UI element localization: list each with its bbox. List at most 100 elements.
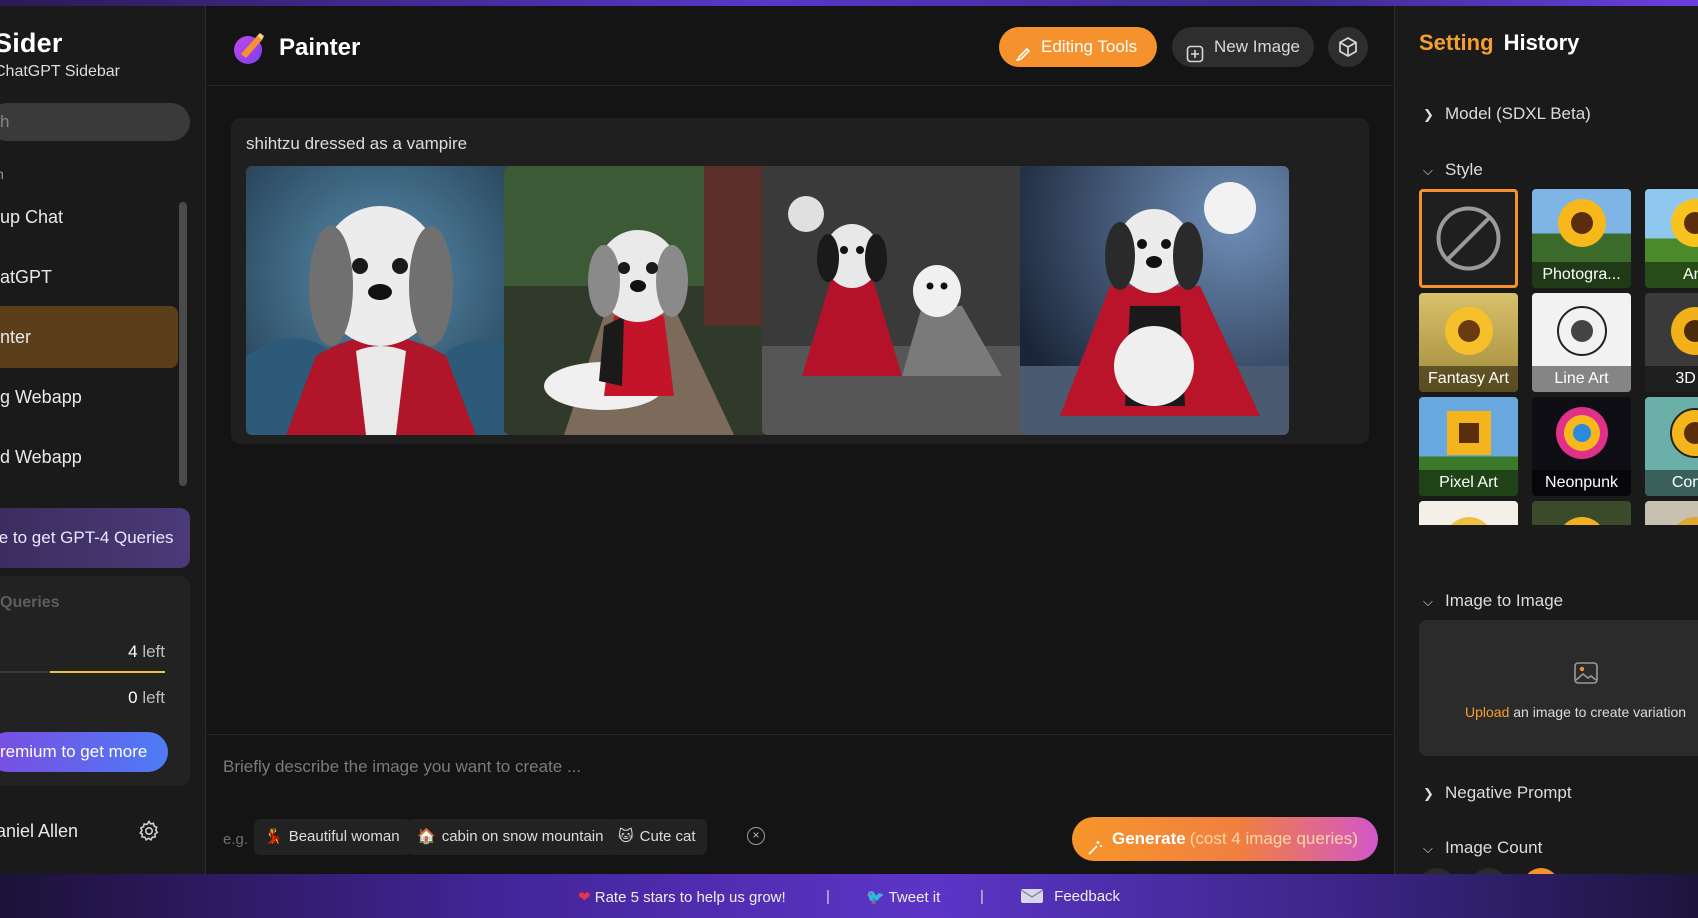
- editing-tools-button[interactable]: Editing Tools: [999, 27, 1157, 67]
- sidebar-item-painter[interactable]: nter: [0, 306, 178, 368]
- no-style-icon: [1436, 206, 1501, 271]
- sidebar-scrollbar[interactable]: [179, 202, 187, 486]
- left-sidebar: Sider ChatGPT Sidebar h n up Chat atGPT …: [0, 6, 206, 874]
- premium-button[interactable]: remium to get more: [0, 732, 168, 772]
- sunflower-icon: [1557, 306, 1607, 356]
- negative-prompt-label: Negative Prompt: [1445, 783, 1572, 802]
- footer-separator: |: [980, 888, 984, 905]
- app-title: Painter: [279, 34, 361, 61]
- gear-icon[interactable]: [137, 819, 161, 843]
- user-name[interactable]: aniel Allen: [0, 821, 78, 842]
- dancer-icon: 💃: [264, 828, 283, 845]
- upload-hint: Upload an image to create variation: [1465, 704, 1686, 720]
- sidebar-scroll-thumb[interactable]: [179, 202, 187, 486]
- example-chip-cabin[interactable]: 🏠 cabin on snow mountain: [407, 819, 615, 855]
- style-tile-more-3[interactable]: [1645, 501, 1698, 525]
- heart-icon: ❤: [578, 889, 591, 906]
- generated-image-1[interactable]: [246, 166, 515, 435]
- settings-panel: Setting History ❯ Model (SDXL Beta) ⌵ Style…: [1394, 6, 1698, 874]
- new-image-label: New Image: [1214, 37, 1300, 56]
- feedback-link[interactable]: Feedback: [1020, 888, 1120, 905]
- rate-link[interactable]: ❤ Rate 5 stars to help us grow!: [578, 888, 786, 906]
- image-upload-dropzone[interactable]: Upload an image to create variation: [1419, 620, 1698, 756]
- sunflower-icon: [1671, 307, 1698, 355]
- sidebar-item-bing-webapp[interactable]: g Webapp: [0, 366, 178, 428]
- style-tile-line-art[interactable]: Line Art: [1532, 293, 1631, 392]
- footer-bar: ❤ Rate 5 stars to help us grow! | 🐦 Twee…: [0, 874, 1698, 918]
- cube-icon: [1339, 37, 1357, 57]
- style-tile-neonpunk[interactable]: Neonpunk: [1532, 397, 1631, 496]
- style-tile-comic[interactable]: Comic: [1645, 397, 1698, 496]
- close-icon[interactable]: ×: [747, 827, 765, 845]
- image-icon: [1573, 660, 1599, 686]
- rate-text: Rate 5 stars to help us grow!: [594, 889, 786, 906]
- style-section-toggle[interactable]: ⌵ Style: [1423, 160, 1483, 180]
- query-count: 4: [128, 642, 138, 661]
- style-label: Ani: [1645, 262, 1698, 288]
- editing-tools-label: Editing Tools: [1041, 37, 1138, 56]
- example-chip-beautiful-woman[interactable]: 💃 Beautiful woman: [254, 819, 411, 855]
- tab-setting[interactable]: Setting: [1419, 30, 1494, 55]
- feedback-text: Feedback: [1054, 888, 1121, 905]
- sunflower-icon: [1677, 517, 1698, 525]
- style-label: Fantasy Art: [1419, 366, 1518, 392]
- brand: Sider ChatGPT Sidebar: [0, 28, 120, 81]
- generated-image-3[interactable]: [762, 166, 1031, 435]
- style-tile-none[interactable]: [1419, 189, 1518, 288]
- style-title: Style: [1445, 160, 1483, 179]
- style-tile-fantasy-art[interactable]: Fantasy Art: [1419, 293, 1518, 392]
- tab-history[interactable]: History: [1504, 30, 1580, 55]
- brush-icon: [1013, 38, 1031, 61]
- style-tile-pixel-art[interactable]: Pixel Art: [1419, 397, 1518, 496]
- sidebar-item-group-chat[interactable]: up Chat: [0, 186, 178, 248]
- header: Painter Editing Tools New Image: [207, 6, 1393, 86]
- style-tile-more-1[interactable]: [1419, 501, 1518, 525]
- style-label: Comic: [1645, 470, 1698, 496]
- style-label: Photogra...: [1532, 262, 1631, 288]
- sunflower-icon: [1670, 408, 1698, 458]
- cube-button[interactable]: [1328, 27, 1368, 67]
- chip-label: Cute cat: [639, 828, 696, 845]
- image-count-toggle[interactable]: ⌵ Image Count: [1423, 838, 1542, 858]
- tweet-link[interactable]: 🐦 Tweet it: [866, 888, 940, 906]
- prompt-input[interactable]: [223, 753, 1323, 781]
- main-area: Painter Editing Tools New Image shihtzu …: [207, 6, 1393, 874]
- example-label: e.g.: [223, 831, 249, 848]
- chevron-right-icon: ❯: [1423, 786, 1434, 801]
- brand-subtitle: ChatGPT Sidebar: [0, 63, 120, 80]
- new-image-button[interactable]: New Image: [1172, 27, 1314, 67]
- gpt4-promo-banner[interactable]: te to get GPT-4 Queries: [0, 508, 190, 568]
- generate-button[interactable]: Generate (cost 4 image queries): [1072, 817, 1378, 861]
- query-suffix: left: [142, 688, 165, 707]
- model-section-toggle[interactable]: ❯ Model (SDXL Beta): [1423, 104, 1591, 124]
- sidebar-item-bard-webapp[interactable]: d Webapp: [0, 426, 178, 488]
- image-to-image-toggle[interactable]: ⌵ Image to Image: [1423, 591, 1563, 611]
- sunflower-icon: [1564, 517, 1600, 525]
- chevron-right-icon: ❯: [1423, 107, 1434, 122]
- sidebar-item-chatgpt[interactable]: atGPT: [0, 246, 178, 308]
- chevron-down-icon: ⌵: [1423, 594, 1433, 609]
- sunflower-icon: [1671, 199, 1698, 247]
- upload-link[interactable]: Upload: [1465, 704, 1509, 720]
- style-label: Line Art: [1532, 366, 1631, 392]
- style-tile-3d-model[interactable]: 3D M: [1645, 293, 1698, 392]
- style-tile-photographic[interactable]: Photogra...: [1532, 189, 1631, 288]
- style-tile-more-2[interactable]: [1532, 501, 1631, 525]
- twitter-bird-icon: 🐦: [866, 889, 885, 906]
- generation-result-card: shihtzu dressed as a vampire: [231, 118, 1369, 444]
- generated-image-2[interactable]: [504, 166, 773, 435]
- generated-image-4[interactable]: [1020, 166, 1289, 435]
- negative-prompt-toggle[interactable]: ❯ Negative Prompt: [1423, 783, 1572, 803]
- search-input[interactable]: h: [0, 103, 190, 141]
- style-tile-anime[interactable]: Ani: [1645, 189, 1698, 288]
- model-label: Model (SDXL Beta): [1445, 104, 1591, 123]
- sidebar-section-label: n: [0, 166, 4, 182]
- chevron-down-icon: ⌵: [1423, 841, 1433, 856]
- brand-title: Sider: [0, 28, 63, 58]
- chevron-down-icon: ⌵: [1423, 163, 1433, 178]
- query-progress-fill: [49, 671, 165, 673]
- query-progress-bar: [0, 671, 165, 673]
- painter-logo-icon: [231, 30, 267, 66]
- result-prompt: shihtzu dressed as a vampire: [246, 134, 468, 153]
- example-chip-cute-cat[interactable]: 🐱 Cute cat: [608, 819, 707, 855]
